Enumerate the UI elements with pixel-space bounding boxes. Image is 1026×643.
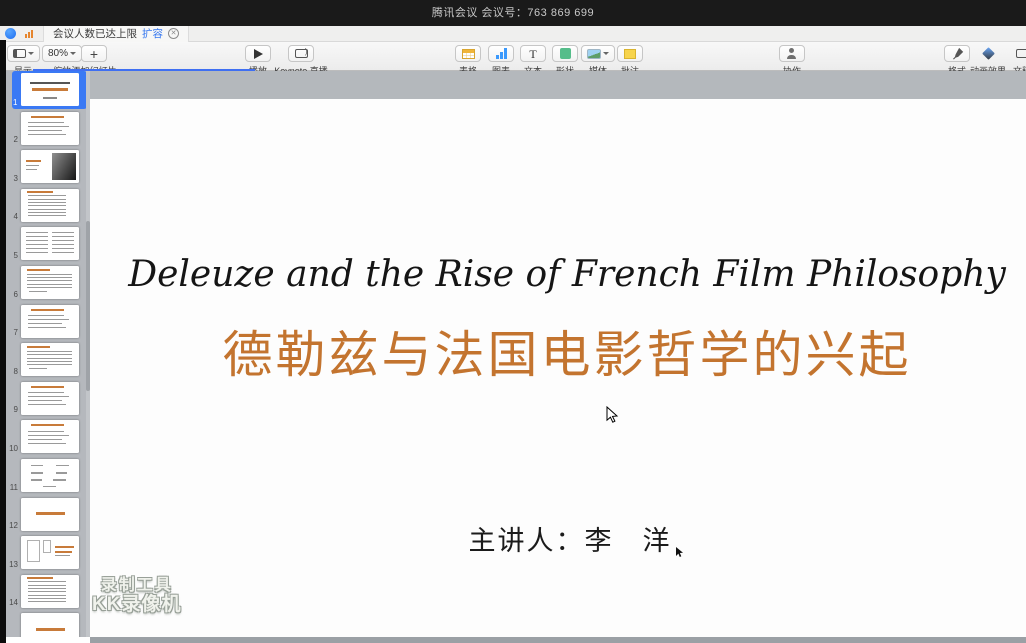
canvas-bottom-margin [90, 637, 1026, 643]
chevron-down-icon [28, 52, 34, 55]
comment-note-icon [624, 49, 636, 59]
watermark-line1: 录制工具 [92, 577, 181, 595]
slide-thumbnail-12[interactable]: 12 [6, 496, 90, 535]
slide-thumb-preview[interactable] [21, 420, 79, 453]
slide-canvas: Deleuze and the Rise of French Film Phil… [90, 71, 1026, 643]
mouse-cursor [604, 406, 620, 424]
slide-thumbnail-15[interactable]: 15 [6, 611, 90, 637]
slide-number: 3 [7, 174, 18, 183]
slide-thumb-preview[interactable] [21, 536, 79, 569]
slide-number: 11 [7, 483, 18, 492]
slide-thumb-preview[interactable] [21, 305, 79, 338]
slide-thumbnail-11[interactable]: 11 [6, 457, 90, 496]
slide-thumbnail-10[interactable]: 10 [6, 418, 90, 457]
animate-diamond-icon [982, 47, 995, 60]
meeting-title-bar: 腾讯会议 会议号：763 869 699 [0, 0, 1026, 26]
slide-number: 8 [7, 367, 18, 376]
slide-number: 6 [7, 290, 18, 299]
signal-bars-icon[interactable] [25, 30, 33, 38]
canvas-top-margin [90, 71, 1026, 99]
slide-thumb-preview[interactable] [21, 613, 79, 637]
slide-thumbnail-6[interactable]: 6 [6, 264, 90, 303]
slide-number: 12 [7, 521, 18, 530]
slide-thumbnail-14[interactable]: 14 [6, 573, 90, 612]
slide-number: 5 [7, 251, 18, 260]
paintbrush-icon [951, 47, 964, 60]
slide-thumb-preview[interactable] [21, 382, 79, 415]
table-icon [462, 49, 475, 59]
slide-thumb-preview[interactable] [21, 150, 79, 183]
slide-thumb-preview[interactable] [21, 343, 79, 376]
slide-speaker-line[interactable]: 主讲人：李 洋 [90, 519, 1026, 558]
keynote-toolbar: 显示 80% 缩放 + 添加幻灯片 播放 Keynote 直播 表格 图表 T [0, 42, 1026, 71]
slide-title-english[interactable]: Deleuze and the Rise of French Film Phil… [90, 254, 1026, 295]
shape-icon [560, 48, 571, 59]
slide-thumbnail-2[interactable]: 2 [6, 110, 90, 149]
slide-navigator: 123456789101112131415 [6, 71, 90, 637]
bar-chart-icon [496, 48, 507, 59]
play-icon [254, 49, 263, 59]
zoom-value: 80% [48, 48, 68, 59]
collaborate-person-icon [786, 48, 798, 59]
tab-label: 会议人数已达上限 [53, 26, 137, 41]
slide-thumbnail-9[interactable]: 9 [6, 380, 90, 419]
meeting-title: 腾讯会议 会议号：763 869 699 [432, 7, 594, 19]
recorder-watermark: 录制工具 KK录像机 [92, 577, 181, 615]
expand-capacity-link[interactable]: 扩容 [142, 26, 163, 41]
media-icon [587, 49, 601, 59]
text-icon: T [529, 48, 536, 60]
slide-thumbnail-7[interactable]: 7 [6, 303, 90, 342]
slide-title-chinese[interactable]: 德勒兹与法国电影哲学的兴起 [90, 315, 1026, 387]
slide-thumbnail-8[interactable]: 8 [6, 341, 90, 380]
close-icon[interactable]: ✕ [168, 28, 179, 39]
window-edge [0, 40, 6, 643]
slide-thumb-preview[interactable] [21, 266, 79, 299]
slide-thumb-preview[interactable] [21, 575, 79, 608]
slide-number: 14 [7, 598, 18, 607]
slide-thumbnail-4[interactable]: 4 [6, 187, 90, 226]
slide-thumb-preview[interactable] [21, 459, 79, 492]
slide-thumb-preview[interactable] [21, 73, 79, 106]
slide-number: 10 [7, 444, 18, 453]
slide-number: 7 [7, 328, 18, 337]
tab-strip: 会议人数已达上限 扩容 ✕ [0, 26, 1026, 42]
slide-thumbnail-5[interactable]: 5 [6, 225, 90, 264]
app-icon[interactable] [5, 28, 16, 39]
slide-thumbnail-list: 123456789101112131415 [6, 71, 90, 637]
slide-thumb-preview[interactable] [21, 498, 79, 531]
slide-number: 1 [13, 98, 24, 107]
meeting-capacity-tab[interactable]: 会议人数已达上限 扩容 ✕ [43, 26, 189, 42]
slide-thumb-preview[interactable] [21, 112, 79, 145]
screen: 腾讯会议 会议号：763 869 699 会议人数已达上限 扩容 ✕ 显示 80… [0, 0, 1026, 643]
slide-thumb-preview[interactable] [21, 227, 79, 260]
slide-number: 4 [7, 212, 18, 221]
document-icon [1016, 49, 1026, 58]
slide-thumbnail-1[interactable]: 1 [6, 71, 90, 110]
watermark-line2: KK录像机 [92, 595, 181, 616]
slide-thumbnail-3[interactable]: 3 [6, 148, 90, 187]
current-slide[interactable]: Deleuze and the Rise of French Film Phil… [90, 99, 1026, 637]
slide-thumbnail-13[interactable]: 13 [6, 534, 90, 573]
chevron-down-icon [603, 52, 609, 55]
slide-number: 13 [7, 560, 18, 569]
secondary-cursor [674, 546, 684, 558]
live-display-icon [295, 49, 308, 58]
slide-number: 9 [7, 405, 18, 414]
plus-icon: + [90, 47, 98, 61]
slide-thumb-preview[interactable] [21, 189, 79, 222]
panel-icon [13, 49, 26, 58]
slide-number: 2 [7, 135, 18, 144]
progress-line [33, 69, 255, 71]
